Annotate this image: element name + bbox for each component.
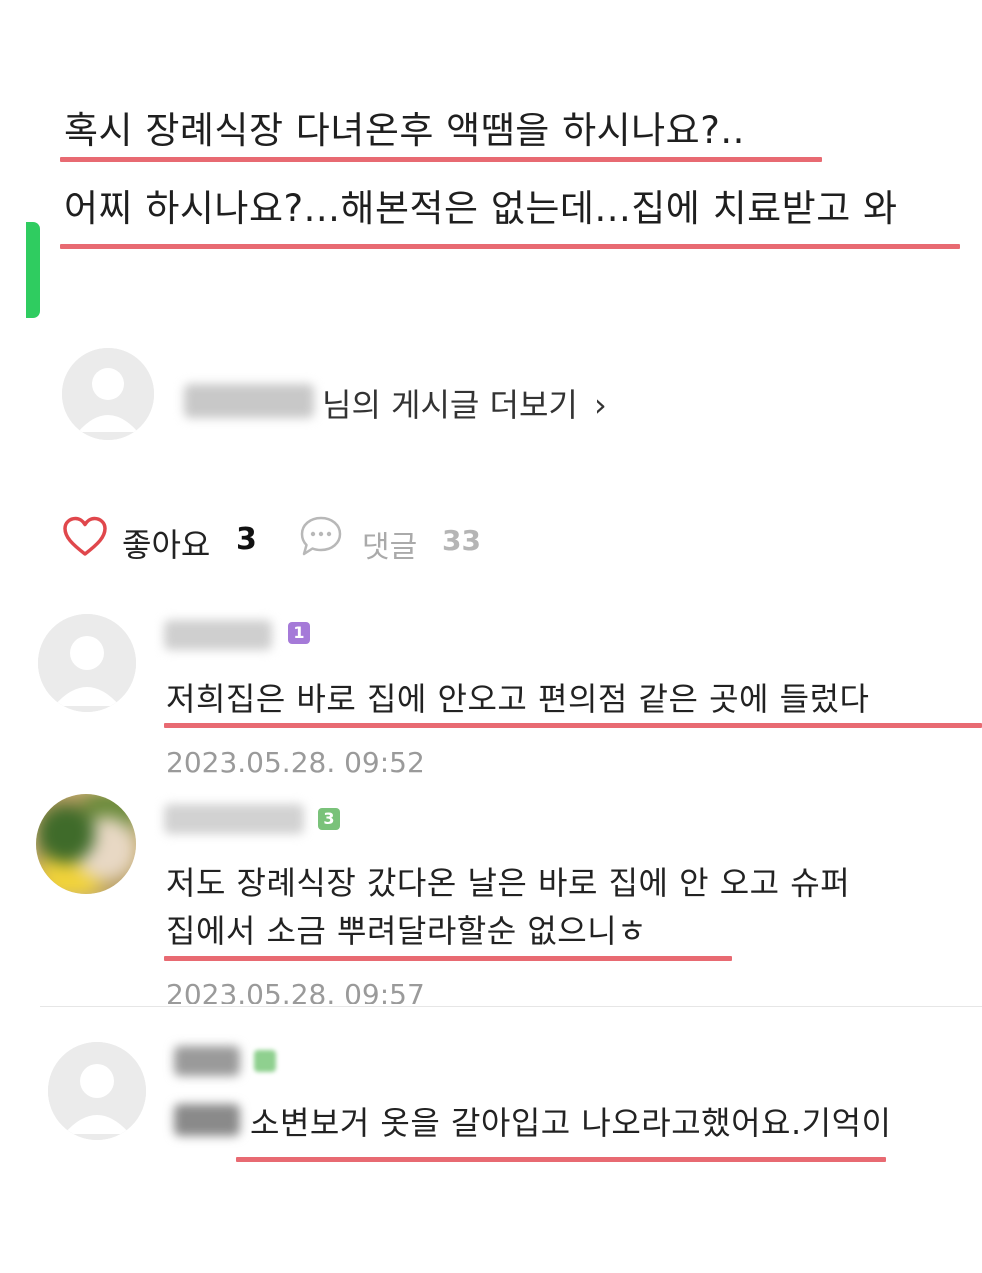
default-avatar-icon <box>62 348 154 440</box>
default-avatar-icon <box>38 614 136 712</box>
commenter-name-blurred <box>174 1046 240 1076</box>
comment-text-line-2: 집에서 소금 뿌려달라할순 없으니ㅎ <box>166 912 648 950</box>
highlight-underline <box>60 157 822 162</box>
post-text-line-1: 혹시 장례식장 다녀온후 액땜을 하시나요?.. <box>64 109 745 152</box>
heart-icon <box>63 516 107 556</box>
green-accent-bar <box>26 222 40 318</box>
comment-label: 댓글 <box>362 530 418 565</box>
comment-divider <box>40 1006 982 1007</box>
post-text-line-2: 어찌 하시나요?...해본적은 없는데...집에 치료받고 와 <box>64 187 898 230</box>
comment-text-line-1: 저도 장례식장 갔다온 날은 바로 집에 안 오고 슈퍼 <box>166 864 851 902</box>
highlight-underline <box>164 956 732 961</box>
commenter-name-blurred <box>164 620 272 650</box>
comment-button[interactable] <box>298 514 344 558</box>
author-avatar[interactable] <box>62 348 154 440</box>
author-name-blurred <box>184 384 314 418</box>
highlight-underline <box>60 244 960 249</box>
level-badge: 1 <box>288 622 310 644</box>
like-count: 3 <box>236 522 257 557</box>
speech-bubble-icon <box>300 516 342 556</box>
commenter-avatar[interactable] <box>38 614 136 712</box>
highlight-underline <box>164 723 982 728</box>
comment-date: 2023.05.28. 09:57 <box>166 978 425 1004</box>
comment-date: 2023.05.28. 09:52 <box>166 746 425 779</box>
comment-date-clip: 2023.05.28. 09:57 <box>166 978 466 1004</box>
comment-text: 소변보거 옷을 갈아입고 나오라고했어요.기억이 <box>250 1104 892 1142</box>
like-label: 좋아요 <box>122 526 211 564</box>
default-avatar-icon <box>48 1042 146 1140</box>
like-button[interactable] <box>62 516 108 558</box>
comment-count: 33 <box>442 524 481 557</box>
more-posts-link[interactable]: 님의 게시글 더보기 › <box>322 380 607 426</box>
highlight-underline <box>236 1157 886 1162</box>
commenter-avatar[interactable] <box>48 1042 146 1140</box>
more-posts-label: 님의 게시글 더보기 <box>322 386 578 424</box>
commenter-avatar-photo[interactable] <box>36 794 136 894</box>
chevron-right-icon: › <box>594 386 607 424</box>
avatar-photo-blurred <box>36 794 136 894</box>
level-badge: 3 <box>318 808 340 830</box>
mention-name-blurred <box>174 1104 240 1136</box>
level-badge <box>254 1050 276 1072</box>
commenter-name-blurred <box>164 804 304 834</box>
comment-text: 저희집은 바로 집에 안오고 편의점 같은 곳에 들렀다 <box>166 680 870 718</box>
